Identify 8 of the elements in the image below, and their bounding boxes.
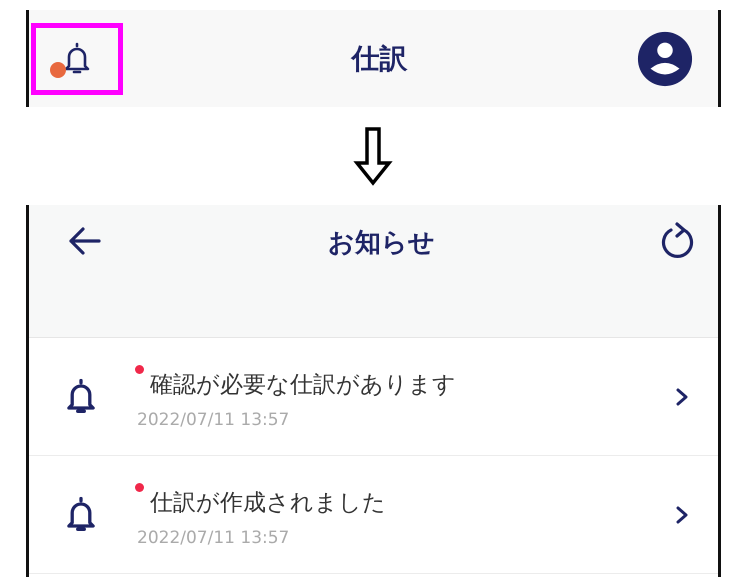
notification-title: 仕訳が作成されました — [150, 489, 386, 518]
notification-time: 2022/07/11 13:57 — [137, 528, 290, 548]
screen-title: お知らせ — [328, 227, 435, 260]
account-icon[interactable] — [636, 30, 694, 88]
down-arrow-icon — [353, 126, 393, 186]
notification-time: 2022/07/11 13:57 — [137, 410, 290, 430]
screen-title: 仕訳 — [352, 40, 408, 76]
notification-title: 確認が必要な仕訳があります — [150, 371, 456, 400]
